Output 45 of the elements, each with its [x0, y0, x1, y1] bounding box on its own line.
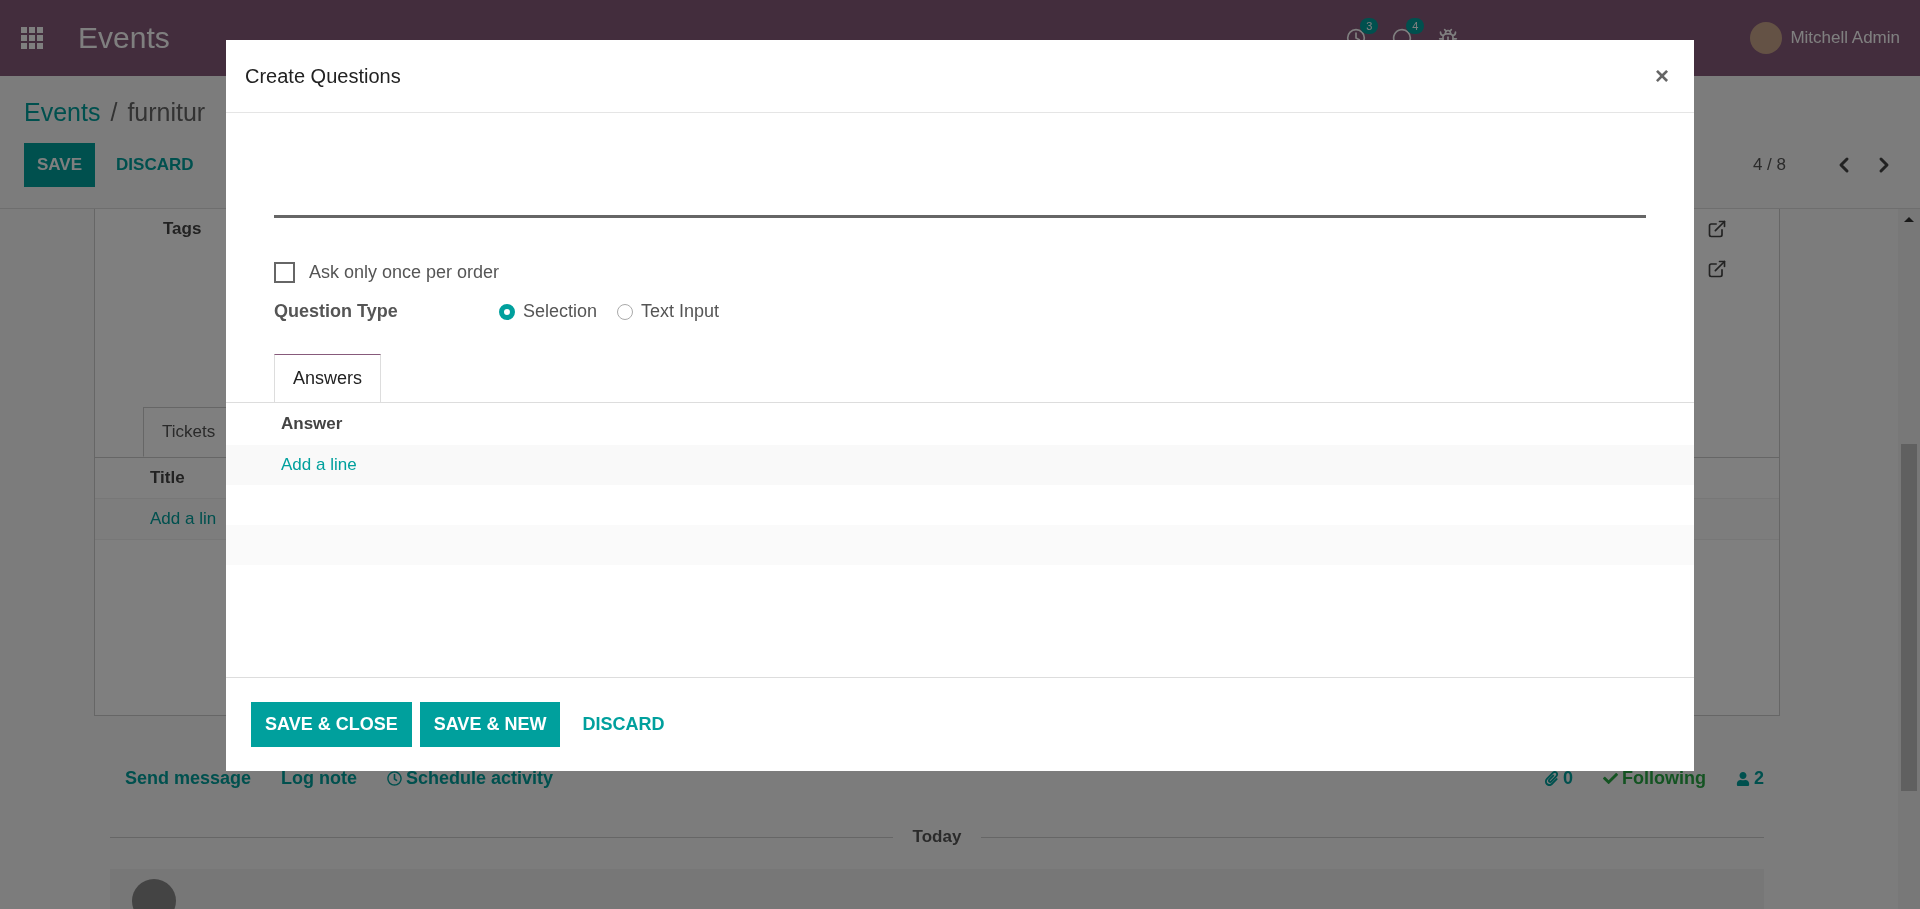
- message-count: 4: [1406, 18, 1425, 34]
- app-name: Events: [78, 21, 170, 55]
- checkbox[interactable]: [274, 262, 295, 283]
- following-button[interactable]: Following: [1603, 768, 1706, 789]
- radio-button[interactable]: [499, 303, 515, 320]
- pager: 4 / 8: [1752, 154, 1786, 175]
- clock-icon: [387, 771, 403, 786]
- attachments-button[interactable]: 0: [1544, 768, 1573, 789]
- radio-button[interactable]: [617, 303, 634, 320]
- tab[interactable]: Answers: [274, 354, 382, 403]
- save-button[interactable]: SAVE & NEW: [419, 702, 561, 747]
- activity-count: 3: [1360, 18, 1379, 34]
- radio-label: Text Input: [641, 301, 720, 322]
- add-line-link[interactable]: Add a lin: [150, 509, 217, 529]
- scroll-up-icon[interactable]: [1904, 217, 1914, 222]
- discard-button[interactable]: DISCARD: [568, 702, 679, 747]
- discard-button[interactable]: DISCARD: [103, 142, 207, 187]
- scrollbar[interactable]: [1898, 209, 1920, 909]
- log-note-link[interactable]: Log note: [281, 768, 358, 789]
- scrollbar-thumb[interactable]: [1901, 444, 1917, 791]
- user-icon: [1736, 771, 1750, 786]
- column-header: Answer: [281, 414, 343, 434]
- external-link-icon[interactable]: [1707, 219, 1727, 239]
- schedule-activity-link[interactable]: Schedule activity: [387, 768, 554, 789]
- field-label: Tags: [163, 219, 202, 239]
- save-button[interactable]: SAVE & CLOSE: [251, 702, 412, 747]
- breadcrumb-separator: /: [110, 97, 118, 127]
- save-button[interactable]: SAVE: [24, 142, 96, 187]
- external-link-icon[interactable]: [1707, 259, 1727, 279]
- field-label: Question Type: [274, 301, 399, 322]
- dialog-title: Create Questions: [245, 64, 401, 88]
- breadcrumb-link[interactable]: Events: [24, 97, 101, 127]
- send-message-link[interactable]: Send message: [125, 768, 252, 789]
- checkbox-label: Ask only once per order: [309, 262, 500, 283]
- radio-label: Selection: [523, 301, 598, 322]
- paperclip-icon: [1544, 771, 1559, 786]
- check-icon: [1603, 771, 1618, 786]
- followers-button[interactable]: 2: [1736, 768, 1764, 789]
- add-line-link[interactable]: Add a line: [281, 455, 357, 475]
- column-header: Title: [150, 468, 185, 488]
- close-button[interactable]: ×: [1649, 61, 1675, 91]
- date-divider: Today: [912, 827, 962, 847]
- apps-icon[interactable]: [20, 26, 44, 50]
- breadcrumb-current: furnitur: [127, 97, 206, 127]
- user-menu[interactable]: Mitchell Admin: [1790, 28, 1900, 48]
